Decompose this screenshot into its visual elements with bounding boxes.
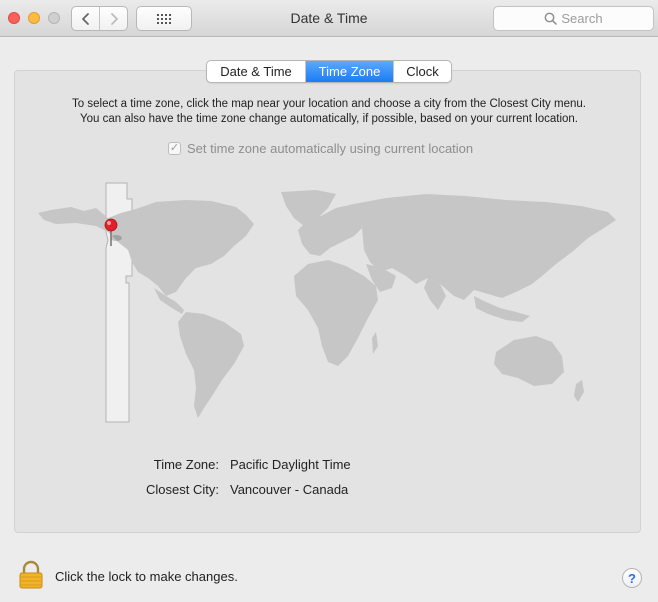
tab-date-time[interactable]: Date & Time <box>207 61 305 82</box>
madagascar-shape <box>372 332 378 354</box>
tab-bar: Date & Time Time Zone Clock <box>206 60 452 83</box>
lock-icon[interactable] <box>18 560 44 590</box>
australia-shape <box>494 336 564 386</box>
search-placeholder: Search <box>561 11 603 26</box>
lock-message: Click the lock to make changes. <box>55 569 238 584</box>
instructions-line-2: You can also have the time zone change a… <box>80 113 578 125</box>
southeast-asia-shape <box>474 296 530 322</box>
africa-shape <box>294 260 378 366</box>
instructions-text: To select a time zone, click the map nea… <box>40 97 618 127</box>
world-time-zone-map[interactable] <box>36 180 620 425</box>
auto-timezone-option: ✓ Set time zone automatically using curr… <box>168 141 473 156</box>
closest-city-label: Closest City: <box>146 482 219 497</box>
new-zealand-shape <box>574 380 584 402</box>
closest-city-value[interactable]: Vancouver - Canada <box>230 482 348 497</box>
instructions-line-1: To select a time zone, click the map nea… <box>72 98 586 110</box>
time-zone-value: Pacific Daylight Time <box>230 457 351 472</box>
search-field[interactable]: Search <box>493 6 654 31</box>
help-button[interactable]: ? <box>622 568 642 588</box>
auto-timezone-checkbox[interactable]: ✓ <box>168 142 181 155</box>
tab-clock[interactable]: Clock <box>393 61 451 82</box>
tab-time-zone[interactable]: Time Zone <box>305 61 393 82</box>
help-icon: ? <box>628 570 636 586</box>
title-bar: Date & Time Search <box>0 0 658 37</box>
auto-timezone-label: Set time zone automatically using curren… <box>187 141 474 156</box>
north-america-shape <box>38 200 254 296</box>
checkmark-icon: ✓ <box>169 142 180 154</box>
south-america-shape <box>178 312 244 418</box>
time-zone-label: Time Zone: <box>153 457 219 472</box>
search-icon <box>544 12 558 25</box>
